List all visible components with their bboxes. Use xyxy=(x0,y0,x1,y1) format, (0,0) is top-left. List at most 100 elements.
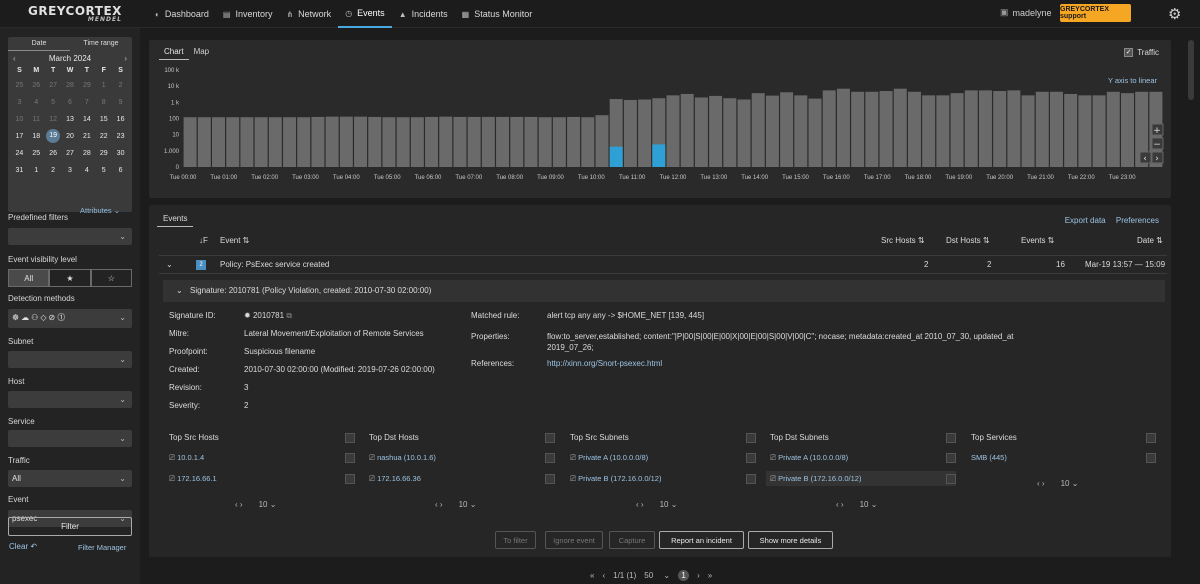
to-filter-button[interactable]: To filter xyxy=(495,531,536,549)
page-arrows-icon[interactable]: ‹ › xyxy=(1037,479,1045,488)
page-button[interactable]: 1 xyxy=(678,570,690,581)
traffic-bar[interactable] xyxy=(623,99,637,167)
nav-dashboard[interactable]: ◐ Dashboard xyxy=(148,0,216,28)
date-column-header[interactable]: Date ⇅ xyxy=(1137,236,1163,245)
calendar-day[interactable]: 14 xyxy=(78,111,95,128)
traffic-bar[interactable] xyxy=(581,117,595,167)
star-outline-icon[interactable]: ☆ xyxy=(90,269,132,287)
next-month-icon[interactable]: › xyxy=(117,54,127,63)
traffic-select[interactable]: All ⌄ xyxy=(8,470,132,487)
traffic-bar[interactable] xyxy=(865,91,879,167)
dst-hosts-column-header[interactable]: Dst Hosts ⇅ xyxy=(946,236,990,245)
star-filled-icon[interactable]: ★ xyxy=(49,269,91,287)
gear-icon[interactable]: ⚙ xyxy=(1168,5,1181,23)
page-size-select[interactable]: 50 ⌄ xyxy=(644,571,670,580)
event-bar[interactable] xyxy=(609,146,623,167)
row-checkbox[interactable] xyxy=(345,453,355,463)
traffic-bar[interactable] xyxy=(254,117,268,167)
src-hosts-column-header[interactable]: Src Hosts ⇅ xyxy=(881,236,925,245)
row-checkbox[interactable] xyxy=(545,453,555,463)
signature-bar[interactable]: ⌄ Signature: 2010781 (Policy Violation, … xyxy=(163,280,1165,302)
calendar-day[interactable]: 29 xyxy=(78,77,95,94)
page-size-select[interactable]: 10 ⌄ xyxy=(1061,479,1079,488)
traffic-bar[interactable] xyxy=(765,95,779,167)
next-page-icon[interactable]: › xyxy=(697,571,700,580)
host-select[interactable]: ⌄ xyxy=(8,391,132,408)
copy-icon[interactable]: ⧉ xyxy=(286,311,292,320)
traffic-bar[interactable] xyxy=(439,116,453,167)
calendar-day[interactable]: 7 xyxy=(78,94,95,111)
traffic-bar[interactable] xyxy=(1106,91,1120,167)
traffic-bar[interactable] xyxy=(212,117,226,167)
collapse-chevron-icon[interactable]: ⌄ xyxy=(166,260,173,269)
traffic-bar[interactable] xyxy=(226,117,240,167)
page-size-select[interactable]: 10 ⌄ xyxy=(660,500,678,509)
top-list-item[interactable]: ⎚ Private B (172.16.0.0/12) xyxy=(570,474,661,484)
calendar-day[interactable]: 17 xyxy=(11,128,28,145)
row-checkbox[interactable] xyxy=(1146,453,1156,463)
support-button[interactable]: GREYCORTEX support xyxy=(1060,4,1131,22)
prev-month-icon[interactable]: ‹ xyxy=(13,54,23,63)
show-more-details-button[interactable]: Show more details xyxy=(748,531,833,549)
traffic-bar[interactable] xyxy=(978,90,992,167)
calendar-day[interactable]: 4 xyxy=(78,162,95,179)
top-list-item[interactable]: ⎚ 172.16.66.1 xyxy=(169,474,217,484)
traffic-bar[interactable] xyxy=(396,117,410,167)
page-arrows-icon[interactable]: ‹ › xyxy=(435,500,443,509)
calendar-day[interactable]: 5 xyxy=(95,162,112,179)
calendar-day[interactable]: 3 xyxy=(11,94,28,111)
calendar-day[interactable]: 6 xyxy=(112,162,129,179)
calendar-day[interactable]: 1 xyxy=(95,77,112,94)
calendar-day[interactable]: 5 xyxy=(45,94,62,111)
page-size-select[interactable]: 10 ⌄ xyxy=(259,500,277,509)
calendar-day[interactable]: 27 xyxy=(62,145,79,162)
traffic-bar[interactable] xyxy=(936,95,950,167)
calendar-day[interactable]: 27 xyxy=(45,77,62,94)
first-page-icon[interactable]: « xyxy=(590,571,594,580)
top-list-item[interactable]: ⎚ Private B (172.16.0.0/12) xyxy=(770,474,861,484)
traffic-bar[interactable] xyxy=(595,115,609,167)
traffic-bar[interactable] xyxy=(339,116,353,167)
traffic-bar[interactable] xyxy=(836,88,850,167)
page-arrows-icon[interactable]: ‹ › xyxy=(235,500,243,509)
traffic-bar[interactable] xyxy=(382,117,396,167)
service-select[interactable]: ⌄ xyxy=(8,430,132,447)
nav-incidents[interactable]: ▲ Incidents xyxy=(392,0,455,28)
select-all-checkbox[interactable] xyxy=(746,433,756,443)
calendar-day[interactable]: 26 xyxy=(28,77,45,94)
traffic-bar[interactable] xyxy=(808,98,822,167)
select-all-checkbox[interactable] xyxy=(1146,433,1156,443)
top-list-item[interactable]: ⎚ Private A (10.0.0.0/8) xyxy=(570,453,648,463)
traffic-bar[interactable] xyxy=(950,93,964,167)
traffic-bar[interactable] xyxy=(1035,91,1049,167)
row-checkbox[interactable] xyxy=(345,474,355,484)
calendar-day[interactable]: 13 xyxy=(62,111,79,128)
nav-events[interactable]: ◷ Events xyxy=(338,0,392,28)
nav-status-monitor[interactable]: ▦ Status Monitor xyxy=(455,0,540,28)
traffic-bar[interactable] xyxy=(666,95,680,167)
traffic-bar[interactable] xyxy=(737,99,751,167)
calendar-day[interactable]: 22 xyxy=(95,128,112,145)
traffic-bar[interactable] xyxy=(354,116,368,167)
export-data-link[interactable]: Export data xyxy=(1065,216,1106,225)
traffic-bar[interactable] xyxy=(510,116,524,167)
top-list-item[interactable]: ⎚ Private A (10.0.0.0/8) xyxy=(770,453,848,463)
detection-methods-select[interactable]: ☸☁⚇◇⊘⓵ ⌄ xyxy=(8,309,132,328)
calendar-day[interactable]: 19 xyxy=(46,129,61,143)
calendar-day[interactable]: 12 xyxy=(45,111,62,128)
traffic-bar[interactable] xyxy=(723,98,737,167)
tab-events[interactable]: Events xyxy=(157,211,194,227)
calendar-day[interactable]: 20 xyxy=(62,128,79,145)
pan-right-icon[interactable]: › xyxy=(1151,151,1164,164)
page-size-select[interactable]: 10 ⌄ xyxy=(459,500,477,509)
calendar-day[interactable]: 1 xyxy=(28,162,45,179)
calendar-day[interactable]: 2 xyxy=(45,162,62,179)
nav-network[interactable]: ⋔ Network xyxy=(279,0,338,28)
greycortex-logo[interactable]: GREYCORTEX MENDEL xyxy=(28,5,122,23)
filter-button[interactable]: Filter xyxy=(8,517,132,536)
traffic-bar[interactable] xyxy=(964,90,978,167)
top-list-item[interactable]: SMB (445) xyxy=(971,453,1007,462)
top-list-item[interactable]: ⎚ 172.16.66.36 xyxy=(369,474,421,484)
scrollbar[interactable] xyxy=(1188,40,1194,100)
calendar-day[interactable]: 2 xyxy=(112,77,129,94)
